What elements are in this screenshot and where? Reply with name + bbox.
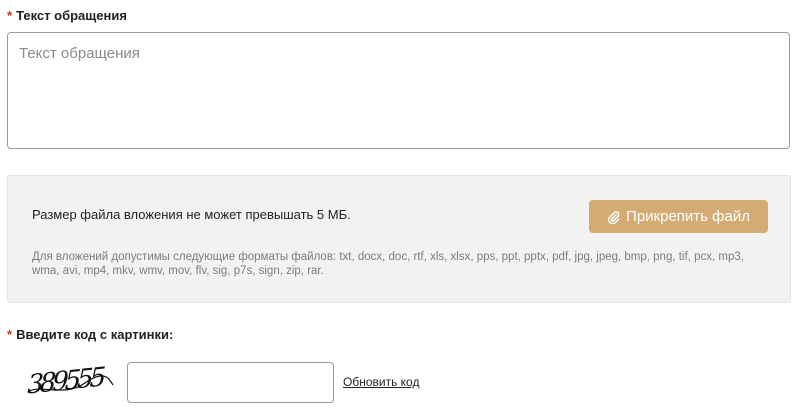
attach-file-button-label: Прикрепить файл xyxy=(626,208,750,225)
captcha-code: 389555 xyxy=(27,362,106,400)
appeal-form: *Текст обращения Размер файла вложения н… xyxy=(0,0,801,418)
paperclip-icon xyxy=(607,210,620,224)
message-label: * Текст обращения xyxy=(7,8,127,23)
captcha-input[interactable] xyxy=(127,362,334,403)
required-mark: * xyxy=(7,8,13,23)
attachment-panel: Размер файла вложения не может превышать… xyxy=(7,175,791,303)
refresh-code-link[interactable]: Обновить код xyxy=(343,375,419,389)
captcha-label: * Введите код с картинки: xyxy=(7,327,173,342)
message-label-text: Текст обращения xyxy=(16,8,127,23)
message-textarea[interactable] xyxy=(7,32,790,149)
attach-file-button[interactable]: Прикрепить файл xyxy=(589,200,768,233)
attachment-size-note: Размер файла вложения не может превышать… xyxy=(32,207,351,222)
required-mark: * xyxy=(7,327,13,342)
captcha-image: 389555 xyxy=(27,362,114,401)
allowed-formats-text: Для вложений допустимы следующие форматы… xyxy=(32,251,744,277)
captcha-label-text: Введите код с картинки: xyxy=(16,327,174,342)
